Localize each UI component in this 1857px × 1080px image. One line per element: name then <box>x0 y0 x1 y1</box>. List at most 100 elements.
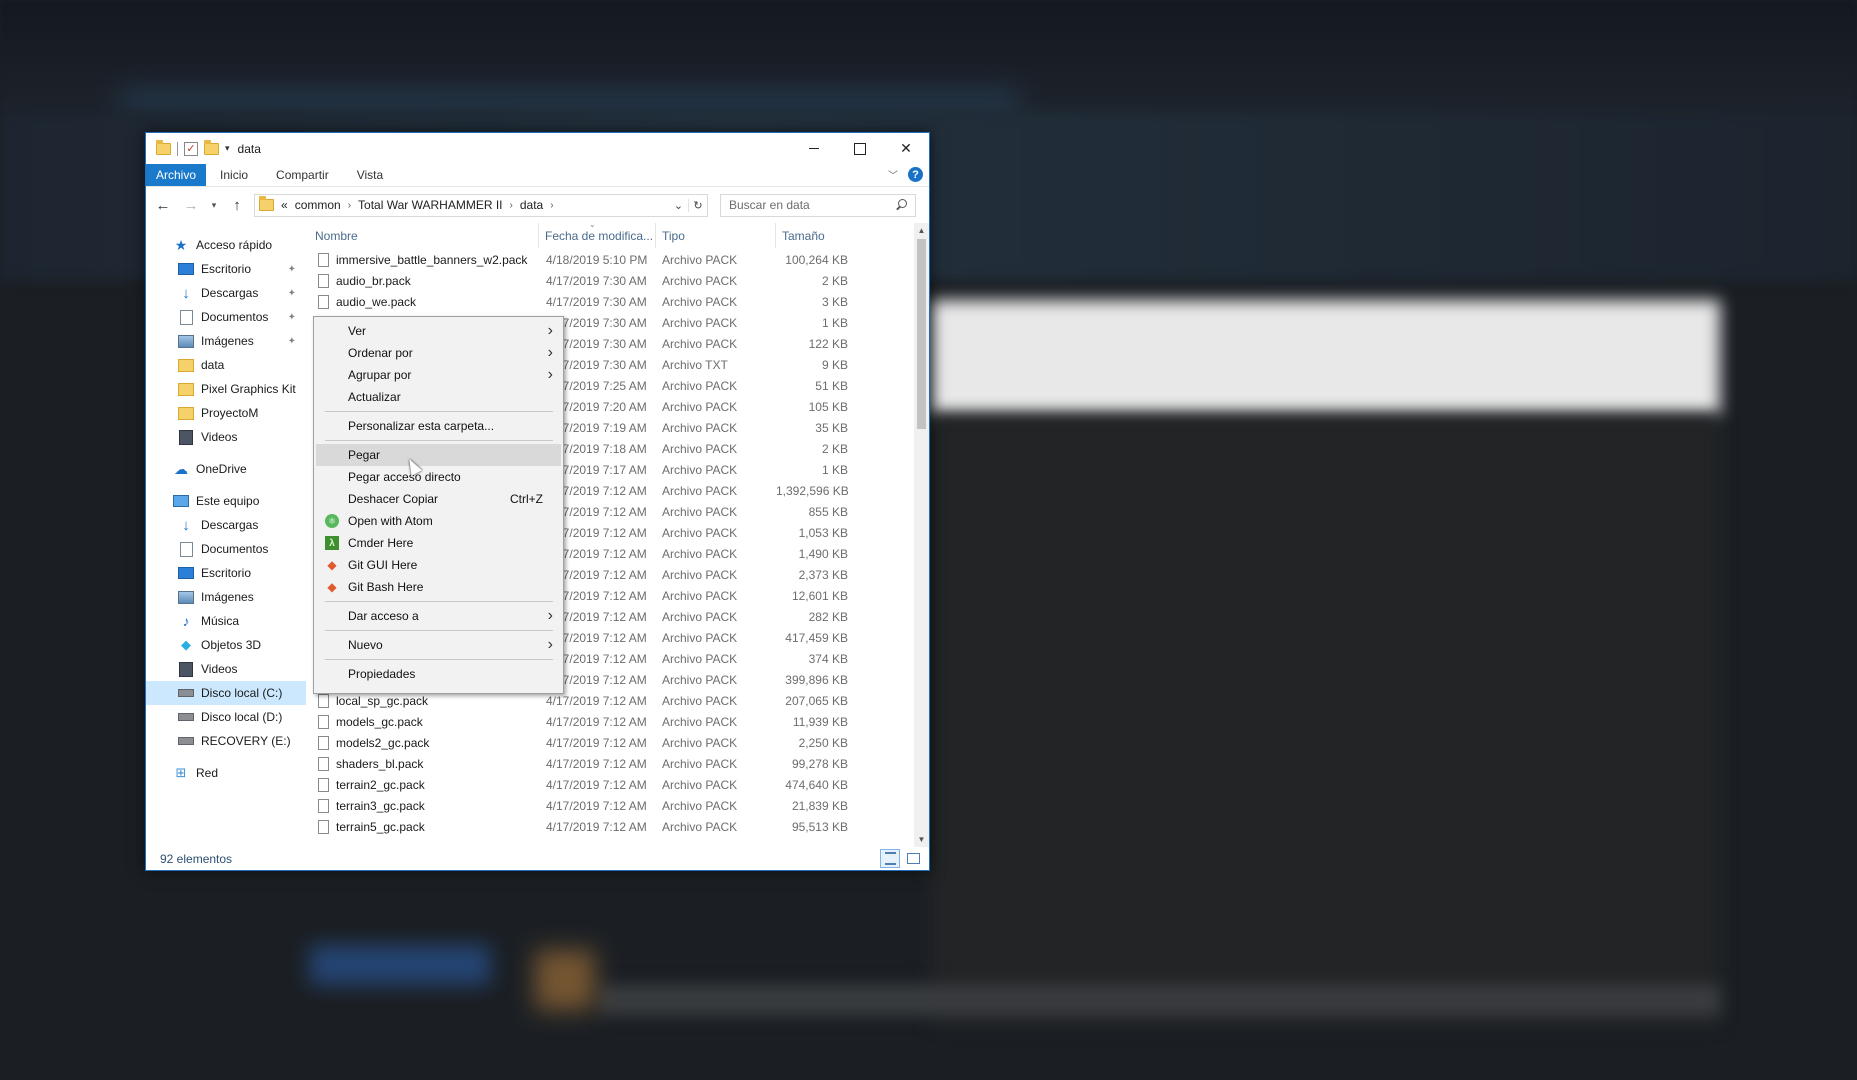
help-icon[interactable]: ? <box>908 167 923 182</box>
tab-archivo[interactable]: Archivo <box>146 164 207 186</box>
file-name-cell[interactable]: local_sp_gc.pack <box>306 693 539 708</box>
customize-toolbar-icon[interactable]: ▾ <box>225 143 230 154</box>
forward-button[interactable]: → <box>180 194 202 216</box>
table-row[interactable]: terrain3_gc.pack 4/17/2019 7:12 AM Archivo… <box>306 795 914 816</box>
breadcrumb-chevron-icon[interactable]: › <box>550 200 553 211</box>
sidebar-item[interactable]: ProyectoM <box>146 401 306 425</box>
sidebar-item[interactable]: RECOVERY (E:) <box>146 729 306 753</box>
sidebar-item[interactable]: Documentos ✦ <box>146 305 306 329</box>
sidebar-item[interactable]: Videos <box>146 425 306 449</box>
file-name-cell[interactable]: terrain3_gc.pack <box>306 798 539 813</box>
file-name-cell[interactable]: terrain2_gc.pack <box>306 777 539 792</box>
up-button[interactable]: ↑ <box>226 194 248 216</box>
breadcrumb-common[interactable]: common <box>295 198 341 212</box>
menu-item[interactable]: Dar acceso a › <box>314 605 563 627</box>
maximize-button[interactable] <box>837 133 883 164</box>
details-view-icon[interactable] <box>880 849 900 868</box>
menu-item[interactable]: Agrupar por › <box>314 364 563 386</box>
breadcrumb-chevron-icon[interactable]: › <box>348 200 351 211</box>
menu-item[interactable]: ◆ Git GUI Here <box>314 554 563 576</box>
new-folder-icon[interactable] <box>204 139 219 155</box>
sidebar-item[interactable]: Escritorio ✦ <box>146 257 306 281</box>
sidebar-item[interactable]: ↓ Descargas ✦ <box>146 281 306 305</box>
menu-item[interactable]: Ordenar por › <box>314 342 563 364</box>
address-bar[interactable]: « common › Total War WARHAMMER II › data… <box>254 193 708 217</box>
menu-item[interactable]: λ Cmder Here <box>314 532 563 554</box>
table-row[interactable]: models_gc.pack 4/17/2019 7:12 AM Archivo P… <box>306 711 914 732</box>
scroll-down-icon[interactable]: ▼ <box>914 832 929 847</box>
sidebar-item[interactable]: Imágenes ✦ <box>146 329 306 353</box>
sidebar-item[interactable]: ★ Acceso rápido <box>146 233 306 257</box>
menu-item[interactable]: Pegar acceso directo <box>314 466 563 488</box>
sidebar-item[interactable]: ◆ Objetos 3D <box>146 633 306 657</box>
column-header-type[interactable]: Tipo <box>656 223 776 248</box>
sidebar-item[interactable]: Este equipo <box>146 489 306 513</box>
recent-locations-icon[interactable]: ▾ <box>208 194 220 216</box>
properties-icon[interactable]: ✓ <box>184 141 198 156</box>
column-header-name[interactable]: Nombre <box>306 223 539 248</box>
file-name-cell[interactable]: terrain5_gc.pack <box>306 819 539 834</box>
scroll-up-icon[interactable]: ▲ <box>914 223 929 238</box>
menu-item[interactable]: Ver › <box>314 320 563 342</box>
file-name-cell[interactable]: immersive_battle_banners_w2.pack <box>306 252 539 267</box>
column-header-size[interactable]: Tamaño <box>776 223 856 248</box>
menu-item[interactable]: ⚛ Open with Atom <box>314 510 563 532</box>
table-row[interactable]: shaders_bl.pack 4/17/2019 7:12 AM Archivo … <box>306 753 914 774</box>
search-icon[interactable] <box>895 199 907 211</box>
scroll-thumb[interactable] <box>917 239 926 429</box>
tab-vista[interactable]: Vista <box>343 164 397 186</box>
sidebar-item[interactable]: Videos <box>146 657 306 681</box>
sidebar-item[interactable]: Documentos <box>146 537 306 561</box>
file-name-cell[interactable]: models_gc.pack <box>306 714 539 729</box>
file-type: Archivo PACK <box>662 546 738 561</box>
sidebar-item[interactable]: ♪ Música <box>146 609 306 633</box>
tab-inicio[interactable]: Inicio <box>206 164 262 186</box>
file-name-cell[interactable]: shaders_bl.pack <box>306 756 539 771</box>
refresh-icon[interactable]: ↻ <box>688 198 707 212</box>
address-dropdown-icon[interactable]: ⌄ <box>669 199 688 212</box>
file-name-cell[interactable]: models2_gc.pack <box>306 735 539 750</box>
expand-ribbon-icon[interactable]: ﹀ <box>888 167 898 182</box>
table-row[interactable]: audio_we.pack 4/17/2019 7:30 AM Archivo PA… <box>306 291 914 312</box>
objects-3d-icon: ◆ <box>181 637 191 652</box>
tab-compartir[interactable]: Compartir <box>262 164 343 186</box>
table-row[interactable]: audio_br.pack 4/17/2019 7:30 AM Archivo PA… <box>306 270 914 291</box>
menu-item[interactable]: Actualizar <box>314 386 563 408</box>
menu-item[interactable]: Nuevo › <box>314 634 563 656</box>
sidebar-item[interactable]: Disco local (C:) <box>146 681 306 705</box>
back-button[interactable]: ← <box>152 194 174 216</box>
table-row[interactable]: terrain2_gc.pack 4/17/2019 7:12 AM Archivo… <box>306 774 914 795</box>
title-bar[interactable]: ✓ ▾ data ✕ <box>146 133 929 164</box>
search-input[interactable]: Buscar en data <box>729 198 810 212</box>
column-header-date[interactable]: ⌄ Fecha de modifica... <box>539 223 656 248</box>
sidebar-item[interactable]: Imágenes <box>146 585 306 609</box>
sidebar-item[interactable]: Pixel Graphics Kit <box>146 377 306 401</box>
sidebar-item[interactable]: ⊞ Red <box>146 761 306 785</box>
breadcrumb-data[interactable]: data <box>520 198 543 212</box>
sidebar-item[interactable]: Disco local (D:) <box>146 705 306 729</box>
menu-item[interactable]: ◆ Git Bash Here <box>314 576 563 598</box>
breadcrumb-total-war[interactable]: Total War WARHAMMER II <box>358 198 502 212</box>
menu-item[interactable]: Deshacer Copiar Ctrl+Z <box>314 488 563 510</box>
vertical-scrollbar[interactable]: ▲ ▼ <box>914 223 929 847</box>
sidebar-item[interactable]: ☁ OneDrive <box>146 457 306 481</box>
close-button[interactable]: ✕ <box>883 133 929 164</box>
sidebar-item[interactable]: Escritorio <box>146 561 306 585</box>
menu-item[interactable]: Propiedades <box>314 663 563 685</box>
table-row[interactable]: models2_gc.pack 4/17/2019 7:12 AM Archivo … <box>306 732 914 753</box>
file-name-cell[interactable]: audio_br.pack <box>306 273 539 288</box>
menu-item[interactable]: Pegar <box>316 444 561 466</box>
minimize-button[interactable] <box>791 133 837 164</box>
large-icons-view-icon[interactable] <box>903 849 923 868</box>
menu-item[interactable]: Personalizar esta carpeta... <box>314 415 563 437</box>
table-row[interactable]: terrain5_gc.pack 4/17/2019 7:12 AM Archivo… <box>306 816 914 837</box>
sidebar-item[interactable]: data <box>146 353 306 377</box>
breadcrumb-chevron-icon[interactable]: › <box>510 200 513 211</box>
search-box[interactable]: Buscar en data <box>720 193 916 217</box>
cmder-icon: λ <box>325 536 339 550</box>
file-name-cell[interactable]: audio_we.pack <box>306 294 539 309</box>
table-row[interactable]: immersive_battle_banners_w2.pack 4/18/201… <box>306 249 914 270</box>
menu-separator <box>325 411 553 412</box>
breadcrumb-overflow[interactable]: « <box>281 198 288 212</box>
sidebar-item[interactable]: ↓ Descargas <box>146 513 306 537</box>
